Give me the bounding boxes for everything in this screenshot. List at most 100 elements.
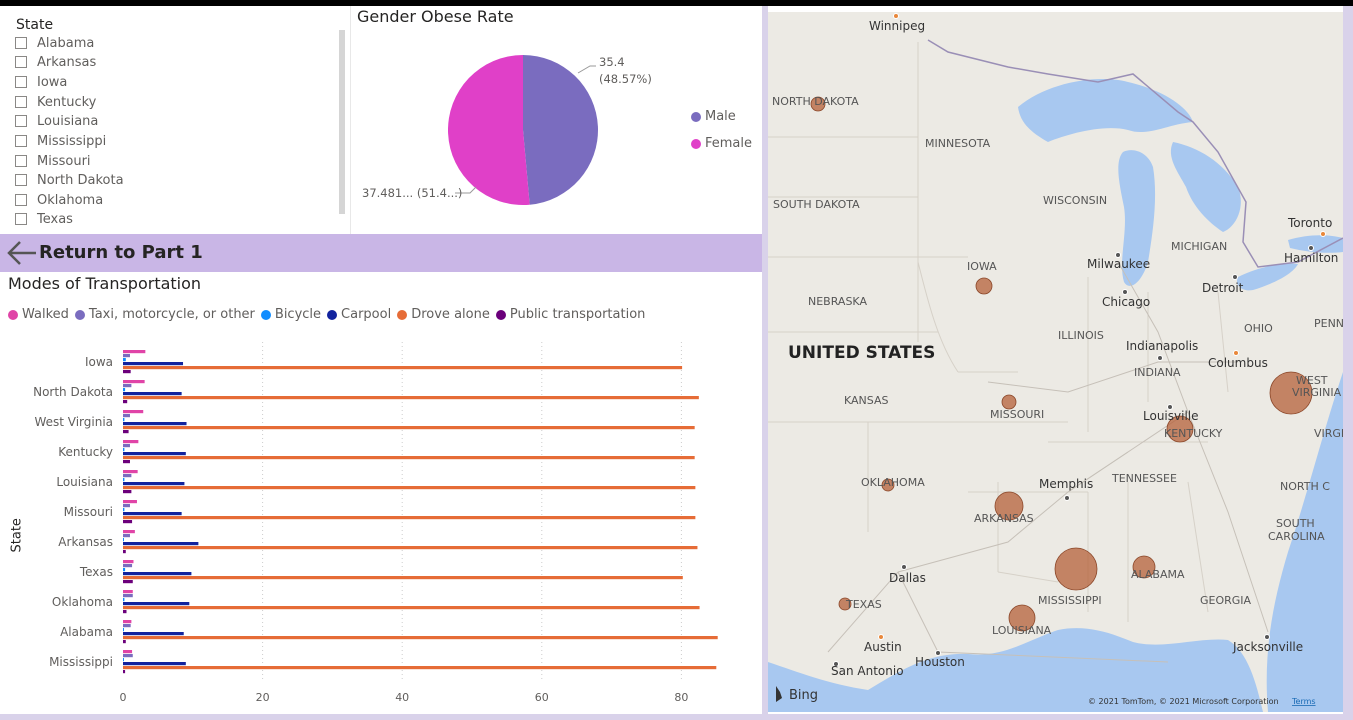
bar-walked[interactable] xyxy=(123,350,146,354)
bar-taxi-motorcycle-or-other[interactable] xyxy=(123,474,132,478)
bar-public-transportation[interactable] xyxy=(123,550,126,554)
bar-carpool[interactable] xyxy=(123,662,186,666)
bar-taxi-motorcycle-or-other[interactable] xyxy=(123,444,130,448)
bar-bicycle[interactable] xyxy=(123,478,125,482)
bar-public-transportation[interactable] xyxy=(123,610,127,614)
bar-taxi-motorcycle-or-other[interactable] xyxy=(123,624,131,628)
bar-walked[interactable] xyxy=(123,440,139,444)
city-label: Winnipeg xyxy=(869,19,925,33)
bar-drove-alone[interactable] xyxy=(123,636,718,640)
city-label: Hamilton xyxy=(1284,251,1338,265)
bar-drove-alone[interactable] xyxy=(123,456,695,460)
bar-walked[interactable] xyxy=(123,620,132,624)
bar-drove-alone[interactable] xyxy=(123,606,700,610)
city-marker xyxy=(901,564,907,570)
map-bubble[interactable] xyxy=(975,277,993,295)
bar-drove-alone[interactable] xyxy=(123,546,698,550)
bar-carpool[interactable] xyxy=(123,452,186,456)
bar-public-transportation[interactable] xyxy=(123,430,129,434)
city-label: Toronto xyxy=(1287,216,1332,230)
map-bubble[interactable] xyxy=(1054,547,1098,591)
bar-drove-alone[interactable] xyxy=(123,396,699,400)
bar-public-transportation[interactable] xyxy=(123,520,133,524)
bar-public-transportation[interactable] xyxy=(123,670,126,674)
bar-carpool[interactable] xyxy=(123,362,184,366)
y-tick-label: Iowa xyxy=(85,355,113,369)
bar-public-transportation[interactable] xyxy=(123,640,126,644)
bar-walked[interactable] xyxy=(123,530,135,534)
state-label: SOUTH xyxy=(1276,517,1315,530)
bar-taxi-motorcycle-or-other[interactable] xyxy=(123,594,133,598)
bar-bicycle[interactable] xyxy=(123,568,126,572)
country-label: UNITED STATES xyxy=(788,343,935,363)
bar-drove-alone[interactable] xyxy=(123,576,683,580)
bar-carpool[interactable] xyxy=(123,482,185,486)
bar-bicycle[interactable] xyxy=(123,628,124,632)
city-label: Milwaukee xyxy=(1087,257,1150,271)
bar-taxi-motorcycle-or-other[interactable] xyxy=(123,654,133,658)
transport-bar-chart: 0 20 40 60 80 Iowa North Dakota West Virginia Ke… xyxy=(33,342,718,704)
bar-drove-alone[interactable] xyxy=(123,366,683,370)
bar-walked[interactable] xyxy=(123,380,145,384)
bar-carpool[interactable] xyxy=(123,512,182,516)
bar-public-transportation[interactable] xyxy=(123,370,131,374)
city-label: Jacksonville xyxy=(1232,640,1303,654)
terms-link[interactable]: Terms xyxy=(1291,697,1316,706)
bar-carpool[interactable] xyxy=(123,602,190,606)
city-marker xyxy=(1122,289,1128,295)
state-label: KENTUCKY xyxy=(1164,427,1223,440)
city-label: Houston xyxy=(915,655,965,669)
bar-walked[interactable] xyxy=(123,410,144,414)
bar-carpool[interactable] xyxy=(123,632,184,636)
city-label: Indianapolis xyxy=(1126,339,1198,353)
bar-drove-alone[interactable] xyxy=(123,426,695,430)
bar-walked[interactable] xyxy=(123,470,138,474)
bar-walked[interactable] xyxy=(123,590,133,594)
city-marker xyxy=(1308,245,1314,251)
state-label: OHIO xyxy=(1244,322,1273,335)
state-label: MISSOURI xyxy=(990,408,1044,421)
map-canvas[interactable]: NORTH DAKOTA MINNESOTA SOUTH DAKOTA WISCONS… xyxy=(768,12,1343,712)
bar-public-transportation[interactable] xyxy=(123,490,132,494)
y-tick-label: Oklahoma xyxy=(52,595,113,609)
city-label: Dallas xyxy=(889,571,926,585)
state-label: INDIANA xyxy=(1134,366,1181,379)
bar-bicycle[interactable] xyxy=(123,538,124,542)
bar-walked[interactable] xyxy=(123,500,137,504)
city-marker xyxy=(1320,231,1326,237)
bar-carpool[interactable] xyxy=(123,572,192,576)
state-label: SOUTH DAKOTA xyxy=(773,198,860,211)
bar-bicycle[interactable] xyxy=(123,388,126,392)
y-tick-label: Louisiana xyxy=(56,475,113,489)
bar-public-transportation[interactable] xyxy=(123,400,128,404)
y-tick-label: Arkansas xyxy=(58,535,113,549)
bar-public-transportation[interactable] xyxy=(123,460,130,464)
bar-taxi-motorcycle-or-other[interactable] xyxy=(123,354,130,358)
bar-walked[interactable] xyxy=(123,560,134,564)
bar-drove-alone[interactable] xyxy=(123,516,696,520)
bar-carpool[interactable] xyxy=(123,542,199,546)
bar-taxi-motorcycle-or-other[interactable] xyxy=(123,414,130,418)
bar-bicycle[interactable] xyxy=(123,418,125,422)
state-label: LOUISIANA xyxy=(992,624,1052,637)
bing-label: Bing xyxy=(789,688,818,703)
bar-taxi-motorcycle-or-other[interactable] xyxy=(123,384,132,388)
bar-bicycle[interactable] xyxy=(123,598,125,602)
y-tick-label: Missouri xyxy=(64,505,113,519)
bar-carpool[interactable] xyxy=(123,422,187,426)
bar-walked[interactable] xyxy=(123,650,133,654)
bar-public-transportation[interactable] xyxy=(123,580,133,584)
bubble-map[interactable]: NORTH DAKOTA MINNESOTA SOUTH DAKOTA WISCONS… xyxy=(768,12,1343,712)
map-bubble[interactable] xyxy=(1001,394,1017,410)
bar-carpool[interactable] xyxy=(123,392,182,396)
map-attribution: © 2021 TomTom, © 2021 Microsoft Corporat… xyxy=(1088,697,1279,706)
bar-taxi-motorcycle-or-other[interactable] xyxy=(123,564,133,568)
bar-taxi-motorcycle-or-other[interactable] xyxy=(123,534,130,538)
bar-bicycle[interactable] xyxy=(123,358,126,362)
bar-bicycle[interactable] xyxy=(123,658,124,662)
bar-taxi-motorcycle-or-other[interactable] xyxy=(123,504,130,508)
bar-drove-alone[interactable] xyxy=(123,486,696,490)
bar-drove-alone[interactable] xyxy=(123,666,717,670)
bar-bicycle[interactable] xyxy=(123,448,125,452)
bar-bicycle[interactable] xyxy=(123,508,125,512)
